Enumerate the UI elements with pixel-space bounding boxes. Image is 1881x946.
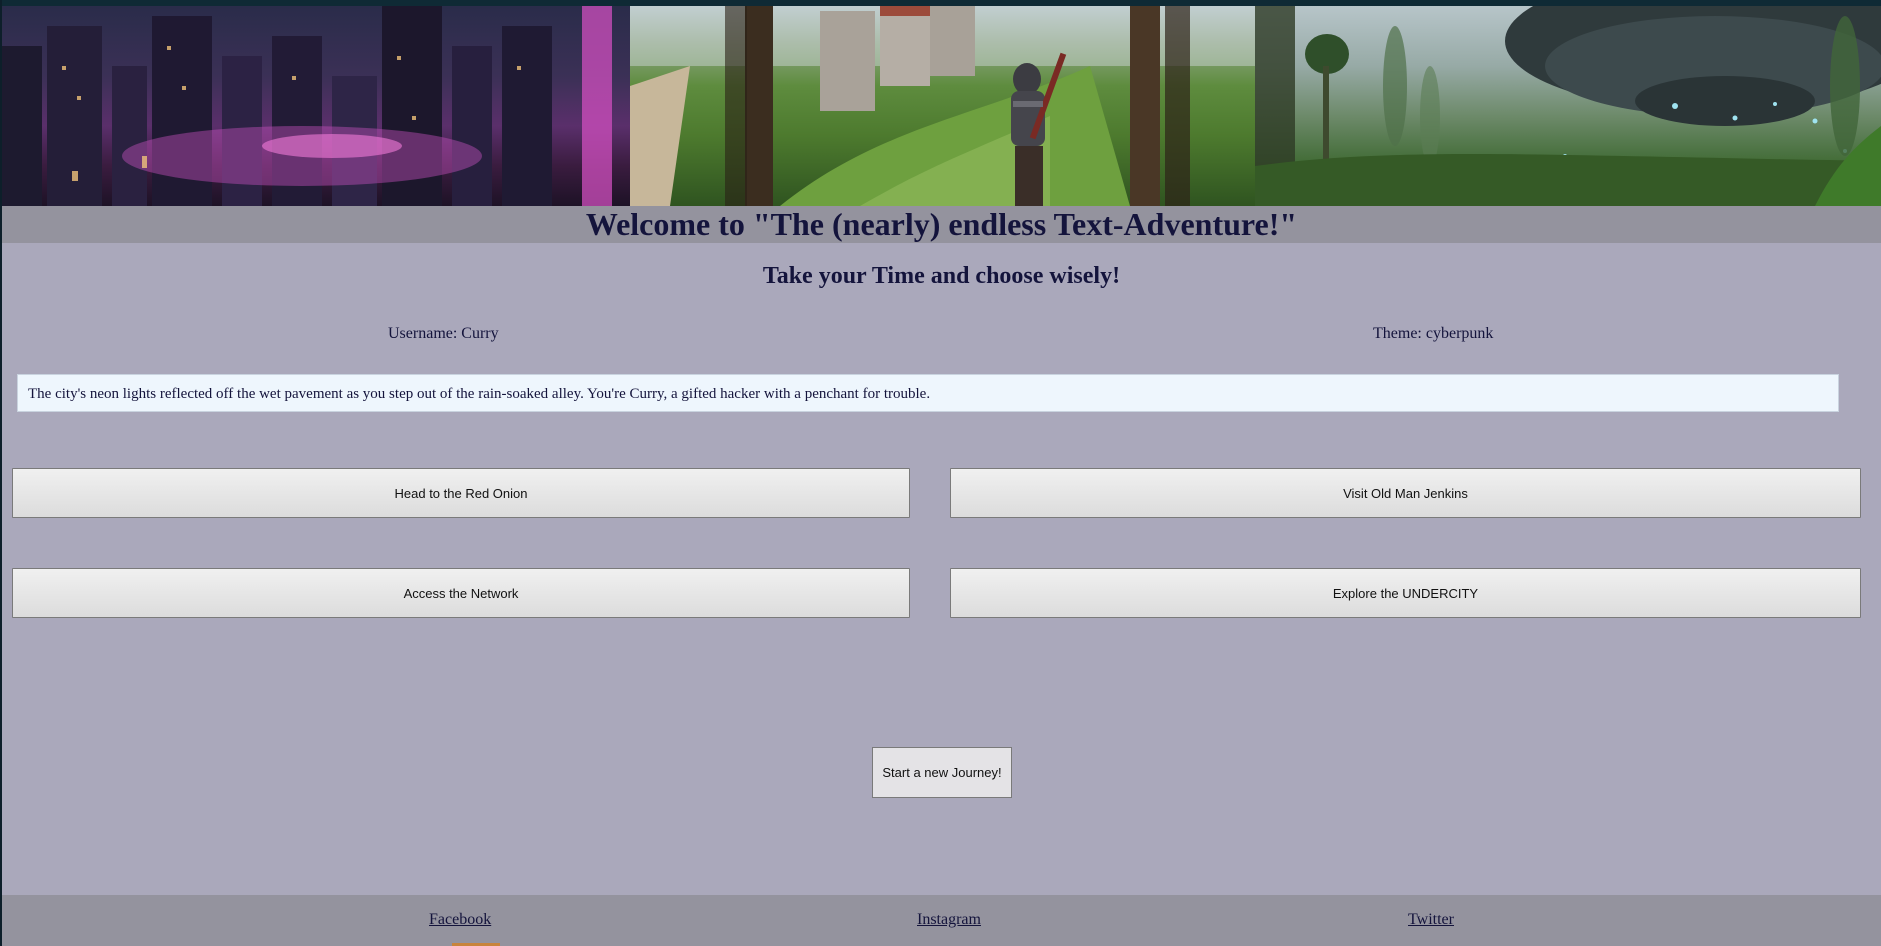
banner-fantasy-castle-panel: [630, 6, 1255, 206]
page: Welcome to "The (nearly) endless Text-Ad…: [2, 0, 1881, 946]
city-skyline-illustration: [2, 6, 612, 206]
page-title: Welcome to "The (nearly) endless Text-Ad…: [585, 206, 1298, 242]
story-text-box: The city's neon lights reflected off the…: [17, 374, 1839, 412]
header-banner-image: [2, 0, 1881, 206]
choice-button-old-man-jenkins[interactable]: Visit Old Man Jenkins: [950, 468, 1861, 518]
page-subtitle: Take your Time and choose wisely!: [762, 263, 1121, 289]
banner-scifi-forest-panel: [1255, 6, 1881, 206]
choice-button-access-network[interactable]: Access the Network: [12, 568, 910, 618]
facebook-link[interactable]: Facebook: [429, 911, 491, 929]
instagram-link[interactable]: Instagram: [917, 911, 981, 929]
banner-cyberpunk-city-panel: [2, 6, 630, 206]
choice-button-explore-undercity[interactable]: Explore the UNDERCITY: [950, 568, 1861, 618]
start-new-journey-button[interactable]: Start a new Journey!: [872, 747, 1012, 798]
castle-knight-illustration: [630, 6, 1255, 206]
username-label: Username: Curry: [388, 325, 499, 342]
spaceship-forest-illustration: [1255, 6, 1881, 206]
footer: Facebook Instagram Twitter: [2, 895, 1881, 946]
theme-label: Theme: cyberpunk: [1373, 325, 1494, 342]
choice-button-red-onion[interactable]: Head to the Red Onion: [12, 468, 910, 518]
twitter-link[interactable]: Twitter: [1408, 911, 1454, 929]
